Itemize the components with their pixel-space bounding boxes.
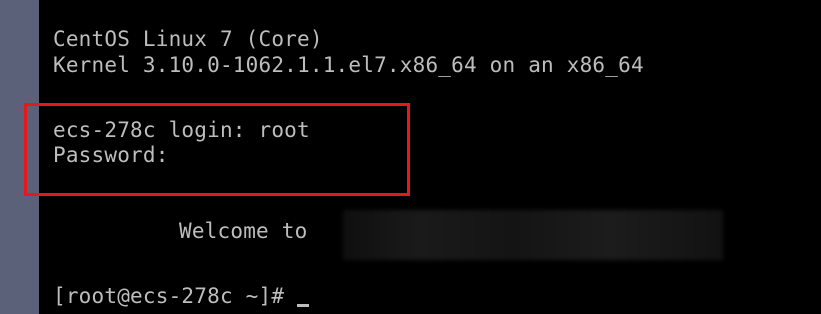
- terminal-screenshot: CentOS Linux 7 (Core) Kernel 3.10.0-1062…: [0, 0, 821, 314]
- cursor-icon: [297, 304, 310, 307]
- login-highlight-box: [24, 103, 410, 196]
- kernel-line: Kernel 3.10.0-1062.1.1.el7.x86_64 on an …: [53, 53, 644, 77]
- shell-prompt: [root@ecs-278c ~]#: [53, 284, 298, 308]
- os-release-line: CentOS Linux 7 (Core): [53, 27, 323, 51]
- welcome-text: Welcome to: [179, 219, 308, 243]
- shell-prompt-line[interactable]: [root@ecs-278c ~]#: [53, 284, 310, 308]
- redacted-region: [343, 210, 723, 260]
